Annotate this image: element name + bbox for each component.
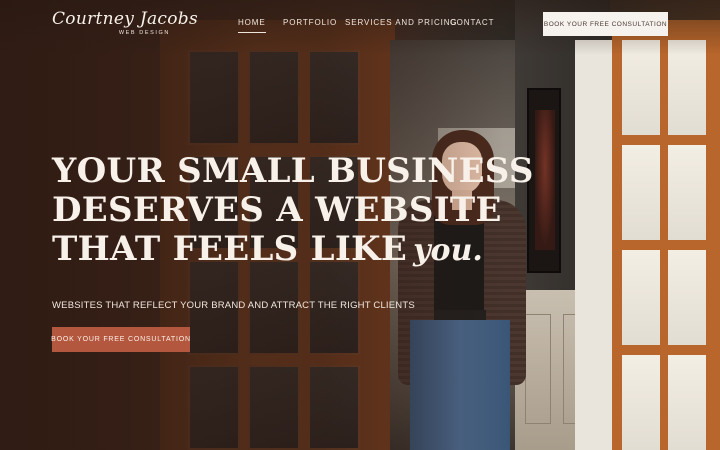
hero-headline-script-word: you.: [413, 233, 483, 268]
hero-consultation-button[interactable]: BOOK YOUR FREE CONSULTATION: [51, 327, 190, 352]
hero-headline: YOUR SMALL BUSINESS DESERVES A WEBSITE T…: [52, 152, 534, 270]
hero-subtitle: WEBSITES THAT REFLECT YOUR BRAND AND ATT…: [52, 300, 415, 311]
hero-headline-line-2: DESERVES A WEBSITE: [52, 190, 502, 230]
hero-headline-line-3: THAT FEELS LIKE you.: [52, 230, 534, 270]
nav-item-services-and-pricing[interactable]: SERVICES AND PRICING: [345, 18, 458, 27]
logo-wordmark: Courtney Jacobs: [52, 9, 198, 29]
nav-item-home[interactable]: HOME: [238, 18, 266, 33]
site-logo[interactable]: Courtney Jacobs WEB DESIGN: [52, 9, 198, 39]
header-consultation-button[interactable]: BOOK YOUR FREE CONSULTATION: [543, 12, 668, 36]
nav-item-portfolio[interactable]: PORTFOLIO: [283, 18, 337, 27]
hero-headline-line-3-text: THAT FEELS LIKE: [52, 229, 408, 269]
hero-headline-line-1: YOUR SMALL BUSINESS: [52, 151, 534, 191]
logo-subtitle: WEB DESIGN: [118, 30, 170, 36]
nav-item-contact[interactable]: CONTACT: [450, 18, 494, 27]
hero-section: Courtney Jacobs WEB DESIGN HOME PORTFOLI…: [0, 0, 720, 450]
